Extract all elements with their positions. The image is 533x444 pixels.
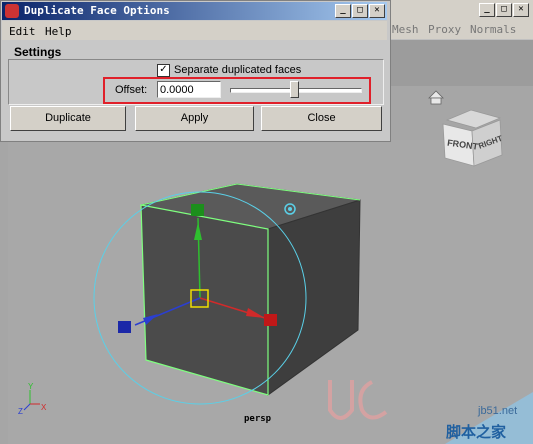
axis-x-label: X: [41, 403, 47, 412]
view-cube[interactable]: FRONT RIGHT: [442, 109, 504, 167]
offset-label: Offset:: [115, 84, 148, 96]
close-button[interactable]: Close: [261, 106, 382, 131]
cube-mesh[interactable]: [140, 183, 361, 396]
separate-faces-label: Separate duplicated faces: [174, 64, 302, 76]
dialog-close-button[interactable]: ✕: [369, 4, 385, 18]
apply-button[interactable]: Apply: [135, 106, 254, 131]
axis-y-label: Y: [28, 382, 34, 391]
watermark-site: jb51.net: [478, 405, 518, 417]
camera-label: persp: [244, 414, 272, 424]
offset-input[interactable]: 0.0000: [157, 81, 221, 98]
axis-z-label: Z: [18, 407, 23, 416]
watermark-name: 脚本之家: [446, 424, 507, 441]
offset-slider-thumb[interactable]: [290, 81, 299, 98]
home-icon[interactable]: [428, 90, 444, 105]
dialog-title: Duplicate Face Options: [24, 4, 170, 17]
axis-gizmo: Y X Z: [18, 382, 47, 416]
maya-app-icon: [5, 4, 19, 18]
menu-edit[interactable]: Edit: [9, 25, 36, 38]
settings-section-title: Settings: [14, 45, 62, 59]
dialog-minimize-button[interactable]: _: [335, 4, 351, 18]
duplicate-button[interactable]: Duplicate: [10, 106, 126, 131]
separate-faces-checkbox[interactable]: ✓: [157, 64, 170, 77]
menu-help[interactable]: Help: [45, 25, 72, 38]
dialog-maximize-button[interactable]: □: [352, 4, 368, 18]
